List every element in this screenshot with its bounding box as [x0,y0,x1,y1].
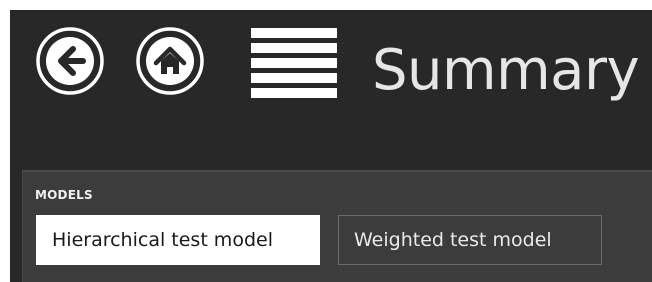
hamburger-menu-icon [251,28,337,98]
models-panel: MODELS Hierarchical test model Weighted … [22,170,652,282]
models-section-label: MODELS [35,188,93,202]
back-button[interactable] [35,26,105,96]
model-button-hierarchical[interactable]: Hierarchical test model [36,215,320,265]
menu-button[interactable] [251,28,337,100]
home-button[interactable] [135,26,205,96]
model-button-weighted[interactable]: Weighted test model [338,215,602,265]
back-arrow-icon [36,27,104,95]
app-window: Summary MODELS Hierarchical test model W… [10,10,652,282]
home-icon [136,27,204,95]
page-title: Summary [372,38,640,103]
